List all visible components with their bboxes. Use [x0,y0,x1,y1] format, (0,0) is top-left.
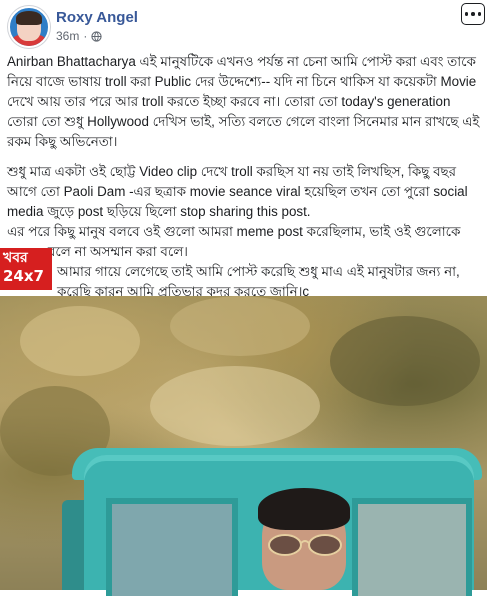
watermark-line-2: 24x7 [3,267,44,285]
post-paragraph: এর পরে কিছু মানুষ বলবে ওই গুলো আমরা meme… [7,224,461,259]
person-hair [258,488,350,530]
globe-icon[interactable] [91,30,102,42]
meta-separator: · [83,29,88,43]
post-header: Roxy Angel 36m · [0,0,487,52]
post-paragraph: শুধু মাত্র একটা ওই ছোট্ট Video clip দেখে… [7,164,468,219]
truck-window-left [106,498,238,596]
more-dot [477,12,482,16]
foliage-blob [330,316,480,406]
more-options-icon[interactable] [461,3,485,25]
avatar-hair [16,11,42,25]
post-meta: 36m · [56,29,102,43]
foliage-blob [20,306,140,376]
author-avatar[interactable] [8,6,50,48]
author-name-link[interactable]: Roxy Angel [56,9,138,26]
more-dot [464,12,469,16]
watermark-line-1: খবর [3,250,28,266]
post-paragraph: Anirban Bhattacharya এই মানুষটিকে এখনও প… [7,54,480,149]
foliage-blob [170,296,310,356]
more-dot [471,12,475,16]
foliage-blob [150,366,320,446]
sunglasses-icon [268,534,342,556]
truck-window-right [352,498,472,596]
news-watermark-logo: খবর 24x7 [0,248,52,290]
post-timestamp[interactable]: 36m [56,29,79,43]
post-body: Anirban Bhattacharya এই মানুষটিকে এখনও প… [7,52,482,312]
